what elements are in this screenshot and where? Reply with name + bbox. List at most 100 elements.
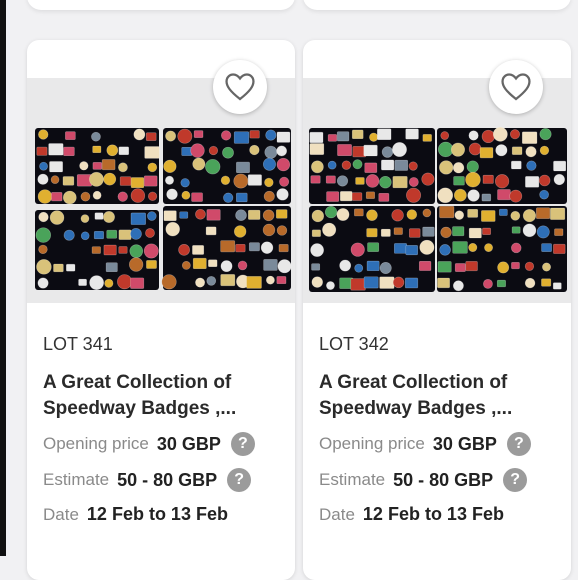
pin-badge	[37, 277, 49, 289]
pin-badge	[511, 242, 522, 254]
pin-badge	[479, 147, 494, 159]
lot-image[interactable]	[303, 78, 571, 303]
pin-badge	[223, 192, 234, 203]
pin-badge	[363, 276, 379, 289]
estimate-value: 50 - 80 GBP	[117, 469, 218, 490]
pin-badge	[481, 129, 495, 144]
pin-badge	[51, 192, 63, 202]
pin-badge	[522, 209, 537, 223]
pin-badge	[177, 128, 193, 144]
pin-badge	[50, 175, 60, 184]
question-circle-icon[interactable]: ?	[503, 468, 528, 492]
opening-price-label: Opening price	[319, 434, 425, 453]
pin-badge	[525, 176, 540, 188]
pin-badge	[495, 144, 508, 157]
pin-badge	[437, 277, 450, 289]
pin-badge	[439, 205, 455, 219]
pin-badge	[220, 175, 231, 185]
pin-badge	[539, 145, 550, 156]
pin-badge	[264, 177, 274, 188]
pin-badge	[101, 159, 116, 171]
pin-badge	[79, 161, 89, 171]
pin-badge	[521, 131, 538, 144]
pin-badge	[38, 211, 49, 223]
pin-badge	[103, 244, 117, 256]
estimate-row: Estimate 50 - 80 GBP ?	[319, 468, 528, 492]
pin-badge	[260, 241, 274, 254]
pin-badge	[405, 128, 419, 140]
favorite-button[interactable]	[489, 60, 543, 114]
pin-badge	[208, 145, 219, 156]
pin-badge	[406, 187, 422, 203]
lot-number: LOT 342	[319, 334, 389, 354]
heart-outline-icon	[501, 73, 531, 101]
pin-badge	[49, 210, 65, 225]
lot-title[interactable]: A Great Collection of Speedway Badges ,.…	[43, 370, 273, 422]
pin-badge	[262, 223, 276, 237]
opening-price-row: Opening price 30 GBP ?	[319, 432, 531, 456]
pin-badge	[94, 212, 104, 220]
pin-badge	[221, 130, 232, 141]
pin-badge	[369, 132, 379, 142]
pin-badge	[325, 175, 336, 184]
pin-badge	[541, 243, 552, 252]
pin-badge	[363, 144, 378, 157]
pin-badge	[66, 263, 76, 272]
date-row: Date 12 Feb to 13 Feb	[43, 504, 228, 525]
pin-badge	[147, 191, 158, 201]
lot-title[interactable]: A Great Collection of Speedway Badges ,.…	[319, 370, 549, 422]
pin-badge	[118, 146, 130, 155]
pin-badge	[277, 259, 292, 274]
pin-badge	[78, 278, 87, 286]
pin-badge	[522, 223, 537, 238]
badge-trays-image	[27, 78, 295, 303]
pin-badge	[450, 142, 466, 157]
pin-badge	[422, 208, 432, 218]
pin-badge	[63, 229, 75, 241]
pin-badge	[311, 160, 324, 174]
pin-badge	[192, 257, 207, 270]
pin-badge	[482, 174, 494, 184]
estimate-value: 50 - 80 GBP	[393, 469, 494, 490]
pin-badge	[465, 261, 478, 272]
pin-badge	[192, 157, 206, 171]
pin-badge	[119, 176, 132, 186]
pin-badge	[233, 173, 249, 189]
pin-badge	[190, 143, 205, 158]
pin-badge	[163, 210, 177, 222]
screen-edge	[0, 0, 6, 556]
pin-badge	[276, 157, 291, 172]
pin-badge	[366, 260, 380, 272]
pin-badge	[36, 146, 48, 156]
pin-badge	[147, 211, 157, 221]
pin-badge	[351, 192, 363, 201]
pin-badge	[39, 161, 48, 171]
pin-badge	[265, 129, 277, 141]
pin-badge	[440, 226, 452, 239]
pin-badge	[276, 188, 289, 201]
pin-badge	[309, 131, 324, 144]
question-circle-icon[interactable]: ?	[230, 432, 255, 456]
pin-badge	[422, 226, 435, 237]
date-value: 12 Feb to 13 Feb	[362, 504, 504, 524]
pin-badge	[453, 188, 467, 202]
pin-badge	[339, 191, 353, 202]
pin-badge	[494, 174, 510, 189]
pin-badge	[355, 177, 365, 185]
estimate-label: Estimate	[43, 470, 110, 489]
lot-image[interactable]	[27, 78, 295, 303]
pin-badge	[541, 278, 552, 287]
pin-badge	[379, 262, 392, 274]
favorite-button[interactable]	[213, 60, 267, 114]
question-circle-icon[interactable]: ?	[506, 432, 531, 456]
question-circle-icon[interactable]: ?	[227, 468, 252, 492]
pin-badge	[550, 207, 566, 220]
pin-badge	[496, 279, 506, 288]
pin-badge	[89, 171, 104, 187]
pin-badge	[538, 174, 551, 187]
pin-badge	[91, 131, 101, 142]
pin-badge	[392, 176, 408, 189]
lot-card[interactable]: LOT 342 A Great Collection of Speedway B…	[303, 40, 571, 580]
lot-card[interactable]: LOT 341 A Great Collection of Speedway B…	[27, 40, 295, 580]
pin-badge	[365, 174, 380, 188]
